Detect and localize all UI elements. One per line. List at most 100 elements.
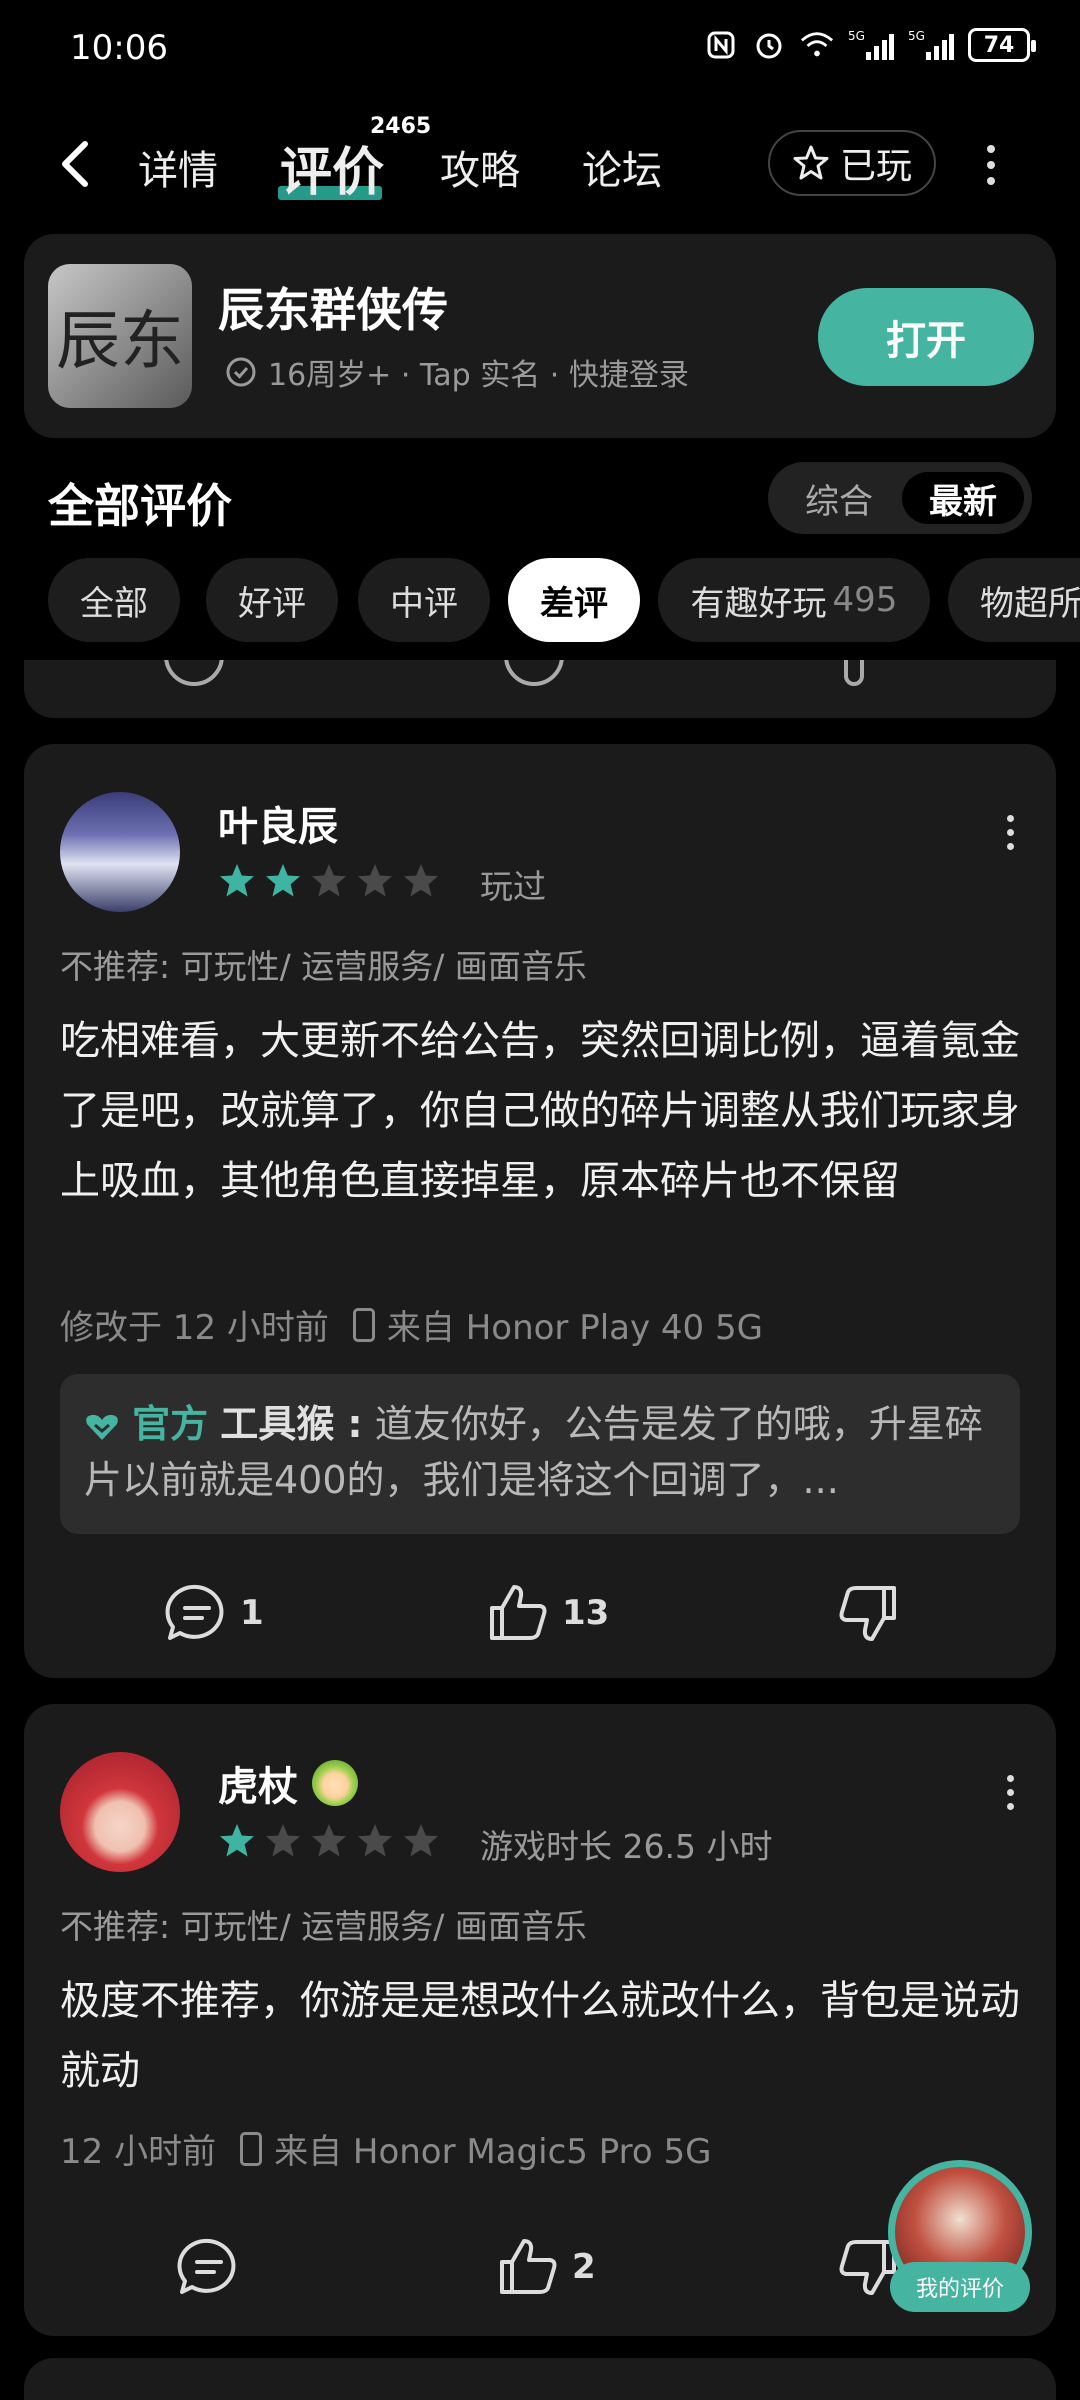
svg-text:5G: 5G [848, 29, 865, 43]
played-label: 已玩 [839, 146, 912, 187]
more-dot [1006, 814, 1014, 822]
avatar[interactable] [60, 1752, 180, 1872]
more-options-button[interactable] [976, 140, 1006, 190]
comment-button[interactable] [176, 2236, 252, 2298]
filter-chip-all[interactable]: 全部 [48, 558, 180, 642]
star-empty-icon [266, 1824, 300, 1857]
sort-option-latest[interactable]: 最新 [902, 472, 1024, 524]
game-meta: 16周岁+ · Tap 实名 · 快捷登录 [224, 350, 689, 394]
avatar[interactable] [60, 792, 180, 912]
more-dot [987, 145, 995, 153]
next-review-card-top [24, 2358, 1056, 2400]
previous-review-card-bottom [24, 660, 1056, 718]
review-device: 来自 Honor Play 40 5G [386, 1308, 763, 1348]
tab-forum[interactable]: 论坛 [582, 138, 662, 196]
official-reply-text: 道友你好，公告是发了的哦，升星碎片以前就是400的，我们是将这个回调了，... [84, 1402, 983, 1502]
star-empty-icon [404, 1824, 438, 1857]
game-meta-text: 16周岁+ · Tap 实名 · 快捷登录 [268, 358, 689, 393]
star-empty-icon [404, 864, 438, 897]
review-footer: 修改于 12 小时前 来自 Honor Play 40 5G [60, 1300, 763, 1349]
review-footer: 12 小时前 来自 Honor Magic5 Pro 5G [60, 2124, 711, 2173]
thumbs-up-icon [500, 2239, 557, 2294]
review-body[interactable]: 极度不推荐，你游是是想改什么就改什么，背包是说动就动 [60, 1966, 1050, 2106]
signal-icon-2: 5G [908, 28, 954, 62]
comment-icon [165, 1584, 224, 1640]
reviewer-name[interactable]: 叶良辰 [218, 794, 338, 852]
game-title: 辰东群侠传 [218, 283, 448, 337]
reviewer-name-row: 虎杖 [218, 1754, 358, 1812]
tab-reviews[interactable]: 评价 [280, 130, 384, 205]
review-more-button[interactable] [1000, 812, 1020, 852]
more-dot [1006, 1788, 1014, 1796]
filter-chip-neutral[interactable]: 中评 [358, 558, 490, 642]
top-nav: 详情 评价 2465 攻略 论坛 已玩 [0, 110, 1080, 220]
back-arrow-icon [62, 141, 88, 187]
star-filled-icon [266, 864, 300, 897]
user-badge-icon [312, 1760, 358, 1806]
more-dot [1006, 842, 1014, 850]
official-badge: 官方 [132, 1402, 209, 1446]
dislike-icon [844, 660, 864, 686]
game-icon[interactable]: 辰东 [48, 264, 192, 408]
tab-guides[interactable]: 攻略 [440, 138, 520, 196]
filter-chip-positive[interactable]: 好评 [206, 558, 338, 642]
filter-chip-fun-count: 495 [832, 580, 898, 620]
comment-button[interactable]: 1 [164, 1582, 264, 1644]
review-time: 修改于 12 小时前 [60, 1308, 329, 1348]
review-card[interactable]: 叶良辰 玩过 不推荐: 可玩性/ 运营服务/ 画面音乐 吃相难看，大更新不给公告… [24, 744, 1056, 1678]
played-button[interactable]: 已玩 [768, 130, 936, 196]
comment-icon [177, 2238, 236, 2294]
all-reviews-title: 全部评价 [48, 479, 232, 533]
like-button[interactable]: 2 [496, 2236, 596, 2298]
open-game-button[interactable]: 打开 [818, 288, 1034, 386]
review-more-button[interactable] [1000, 1772, 1020, 1812]
check-circle-icon [226, 357, 256, 387]
filter-chip-value[interactable]: 物超所值 [948, 558, 1080, 642]
battery-indicator: 74 [968, 28, 1036, 62]
reviewer-name[interactable]: 虎杖 [218, 1754, 298, 1812]
not-recommended-aspects: 不推荐: 可玩性/ 运营服务/ 画面音乐 [60, 947, 587, 986]
official-reply[interactable]: 官方 工具猴 : 道友你好，公告是发了的哦，升星碎片以前就是400的，我们是将这… [60, 1374, 1020, 1534]
reviews-count: 2465 [370, 114, 432, 139]
comment-count: 1 [240, 1593, 264, 1633]
official-replier-name: 工具猴 : [220, 1402, 363, 1446]
star-empty-icon [358, 1824, 392, 1857]
star-filled-icon [220, 1824, 254, 1857]
like-icon [504, 660, 564, 686]
star-outline-icon [793, 145, 829, 180]
more-dot [1006, 1802, 1014, 1810]
star-empty-icon [358, 864, 392, 897]
review-device: 来自 Honor Magic5 Pro 5G [274, 2132, 712, 2172]
rating-stars [218, 862, 440, 900]
more-dot [987, 177, 995, 185]
my-review-label[interactable]: 我的评价 [890, 2262, 1030, 2312]
phone-icon [352, 1307, 375, 1342]
dislike-button[interactable] [834, 1582, 900, 1644]
svg-text:5G: 5G [908, 29, 925, 43]
filter-chip-fun-label: 有趣好玩 [690, 583, 827, 624]
status-bar: 10:06 5G 5G 74 [0, 0, 1080, 100]
review-body[interactable]: 吃相难看，大更新不给公告，突然回调比例，逼着氪金了是吧，改就算了，你自己做的碎片… [60, 1006, 1050, 1216]
like-button[interactable]: 13 [486, 1582, 609, 1644]
filter-chips: 全部 好评 中评 差评 有趣好玩 495 物超所值 [48, 558, 1080, 642]
more-dot [1006, 828, 1014, 836]
play-status-tag: 玩过 [480, 867, 546, 906]
review-actions: 1 13 [24, 1582, 1056, 1662]
like-count: 2 [572, 2247, 596, 2287]
filter-chip-fun[interactable]: 有趣好玩 495 [658, 558, 930, 642]
official-heart-icon [86, 1414, 118, 1440]
back-button[interactable] [55, 134, 105, 194]
sort-toggle: 综合 最新 [768, 462, 1032, 534]
thumbs-up-icon [490, 1585, 547, 1640]
like-count: 13 [562, 1593, 610, 1633]
tab-details[interactable]: 详情 [138, 138, 218, 196]
star-empty-icon [312, 864, 346, 897]
signal-icon-1: 5G [848, 28, 894, 62]
nfc-icon [704, 28, 738, 62]
star-filled-icon [220, 864, 254, 897]
thumbs-down-icon [839, 1586, 896, 1641]
sort-option-overall[interactable]: 综合 [778, 472, 900, 524]
filter-chip-negative[interactable]: 差评 [508, 558, 640, 642]
more-dot [1006, 1774, 1014, 1782]
status-time: 10:06 [70, 28, 168, 68]
